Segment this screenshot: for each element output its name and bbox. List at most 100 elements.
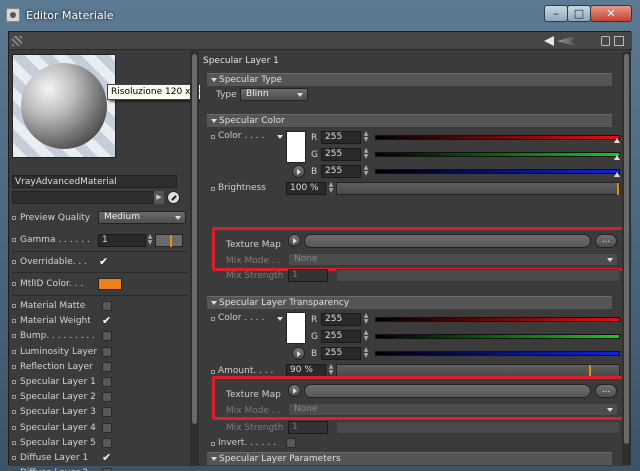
keyframe-dot-icon[interactable] bbox=[211, 317, 215, 321]
specular-r-input[interactable]: 255 bbox=[321, 131, 361, 144]
keyframe-dot-icon[interactable] bbox=[12, 334, 16, 339]
channel-checkbox[interactable] bbox=[102, 437, 112, 448]
r-slider-handle-icon[interactable] bbox=[614, 138, 620, 143]
g-slider-handle-icon[interactable] bbox=[614, 155, 620, 160]
specular-r-spinner[interactable]: ▲ ▼ bbox=[362, 131, 370, 144]
transparency-g-slider[interactable] bbox=[375, 334, 620, 339]
specular-color-swatch[interactable] bbox=[286, 131, 306, 163]
specular-g-spinner[interactable]: ▲ ▼ bbox=[362, 148, 370, 161]
channel-checkbox[interactable]: ✔ bbox=[102, 452, 111, 463]
eyedropper-icon[interactable] bbox=[167, 191, 180, 204]
transparency-b-slider[interactable] bbox=[375, 351, 620, 356]
keyframe-dot-icon[interactable] bbox=[12, 364, 16, 369]
close-button[interactable]: ✕ bbox=[590, 5, 632, 22]
keyframe-dot-icon[interactable] bbox=[12, 425, 16, 430]
color-play-icon[interactable] bbox=[292, 165, 305, 178]
color-mode-dropdown-icon[interactable] bbox=[277, 317, 283, 321]
channel-checkbox[interactable] bbox=[102, 377, 112, 387]
history-arrow-icon[interactable] bbox=[557, 36, 575, 46]
texture-map-browse-button[interactable]: ... bbox=[595, 234, 617, 248]
mix-mode-select[interactable]: None bbox=[288, 253, 618, 266]
keyframe-dot-icon[interactable] bbox=[12, 456, 16, 460]
gamma-spinner[interactable]: ▲ ▼ bbox=[146, 234, 154, 247]
brightness-input[interactable]: 100 % bbox=[286, 182, 326, 195]
brightness-spinner[interactable]: ▲ ▼ bbox=[327, 182, 335, 195]
channel-checkbox[interactable] bbox=[102, 361, 112, 372]
channel-checkbox[interactable] bbox=[102, 331, 112, 342]
keyframe-dot-icon[interactable] bbox=[12, 304, 16, 308]
transparency-g-spinner[interactable]: ▲ ▼ bbox=[362, 330, 370, 343]
material-preview[interactable] bbox=[12, 54, 116, 158]
lock-icon[interactable] bbox=[601, 36, 610, 46]
specular-r-slider[interactable] bbox=[375, 135, 620, 140]
color-play-icon[interactable] bbox=[292, 347, 305, 360]
invert-checkbox[interactable] bbox=[286, 438, 296, 448]
specular-b-slider[interactable] bbox=[375, 169, 620, 174]
channel-checkbox[interactable] bbox=[102, 422, 112, 433]
mix-strength-input[interactable]: 1 bbox=[288, 269, 328, 282]
minimize-button[interactable]: – bbox=[544, 5, 568, 22]
channel-checkbox[interactable] bbox=[102, 301, 112, 311]
keyframe-dot-icon[interactable] bbox=[211, 370, 215, 374]
specular-g-input[interactable]: 255 bbox=[321, 148, 361, 161]
b-slider-handle-icon[interactable] bbox=[614, 172, 620, 177]
grip-icon[interactable] bbox=[12, 36, 22, 46]
material-link-field[interactable] bbox=[12, 191, 162, 204]
link-dropdown-icon[interactable]: ▶ bbox=[154, 191, 164, 204]
channel-checkbox[interactable] bbox=[102, 392, 112, 403]
back-arrow-icon[interactable] bbox=[544, 36, 554, 46]
transparency-r-spinner[interactable]: ▲ ▼ bbox=[362, 313, 370, 326]
material-name-field[interactable]: VrayAdvancedMaterial bbox=[12, 175, 177, 188]
keyframe-dot-icon[interactable] bbox=[12, 216, 16, 220]
specular-b-spinner[interactable]: ▲ ▼ bbox=[362, 165, 370, 178]
keyframe-dot-icon[interactable] bbox=[12, 395, 16, 400]
channel-checkbox[interactable] bbox=[102, 346, 112, 357]
mix-strength-slider[interactable] bbox=[336, 269, 620, 282]
transparency-mix-strength-slider[interactable] bbox=[336, 421, 620, 434]
transparency-texture-browse-button[interactable]: ... bbox=[595, 384, 617, 398]
keyframe-dot-icon[interactable] bbox=[12, 319, 16, 324]
color-mode-dropdown-icon[interactable] bbox=[277, 135, 283, 139]
channel-checkbox[interactable] bbox=[102, 407, 112, 418]
keyframe-dot-icon[interactable] bbox=[211, 187, 215, 191]
specular-b-input[interactable]: 255 bbox=[321, 165, 361, 178]
keyframe-dot-icon[interactable] bbox=[12, 380, 16, 384]
keyframe-dot-icon[interactable] bbox=[211, 442, 215, 446]
right-scroll-thumb[interactable] bbox=[624, 54, 629, 444]
texture-map-field[interactable] bbox=[304, 234, 591, 248]
keyframe-dot-icon[interactable] bbox=[12, 410, 16, 415]
transparency-b-input[interactable]: 255 bbox=[321, 347, 361, 360]
mtlid-color-swatch[interactable] bbox=[98, 278, 122, 290]
specular-color-header[interactable]: Specular Color bbox=[207, 114, 612, 127]
maximize-button[interactable]: □ bbox=[567, 5, 591, 22]
left-scroll-thumb[interactable] bbox=[192, 54, 197, 424]
title-bar[interactable]: Editor Materiale – □ ✕ bbox=[0, 0, 640, 30]
transparency-mix-strength-input[interactable]: 1 bbox=[288, 421, 328, 434]
gamma-slider[interactable] bbox=[155, 234, 183, 247]
transparency-b-spinner[interactable]: ▲ ▼ bbox=[362, 347, 370, 360]
brightness-slider[interactable] bbox=[336, 182, 620, 195]
keyframe-dot-icon[interactable] bbox=[12, 260, 16, 264]
preview-quality-select[interactable]: Medium bbox=[98, 211, 186, 224]
transparency-mix-mode-select[interactable]: None bbox=[288, 403, 618, 416]
texture-map-play-icon[interactable] bbox=[288, 384, 301, 397]
texture-map-play-icon[interactable] bbox=[288, 234, 301, 247]
transparency-texture-field[interactable] bbox=[304, 384, 591, 398]
keyframe-dot-icon[interactable] bbox=[12, 440, 16, 445]
keyframe-dot-icon[interactable] bbox=[12, 282, 16, 286]
specular-parameters-header[interactable]: Specular Layer Parameters bbox=[207, 452, 612, 465]
new-window-icon[interactable] bbox=[614, 36, 624, 46]
transparency-color-swatch[interactable] bbox=[286, 312, 306, 344]
transparency-g-input[interactable]: 255 bbox=[321, 330, 361, 343]
transparency-r-slider[interactable] bbox=[375, 317, 620, 322]
keyframe-dot-icon[interactable] bbox=[12, 238, 16, 242]
gamma-input[interactable]: 1 bbox=[98, 234, 146, 247]
transparency-header[interactable]: Specular Layer Transparency bbox=[207, 296, 612, 309]
transparency-r-input[interactable]: 255 bbox=[321, 313, 361, 326]
specular-g-slider[interactable] bbox=[375, 152, 620, 157]
keyframe-dot-icon[interactable] bbox=[12, 349, 16, 354]
keyframe-dot-icon[interactable] bbox=[211, 135, 215, 139]
channel-checkbox[interactable]: ✔ bbox=[102, 315, 111, 326]
overridable-checkbox[interactable]: ✔ bbox=[99, 256, 108, 267]
specular-type-header[interactable]: Specular Type bbox=[207, 73, 612, 86]
